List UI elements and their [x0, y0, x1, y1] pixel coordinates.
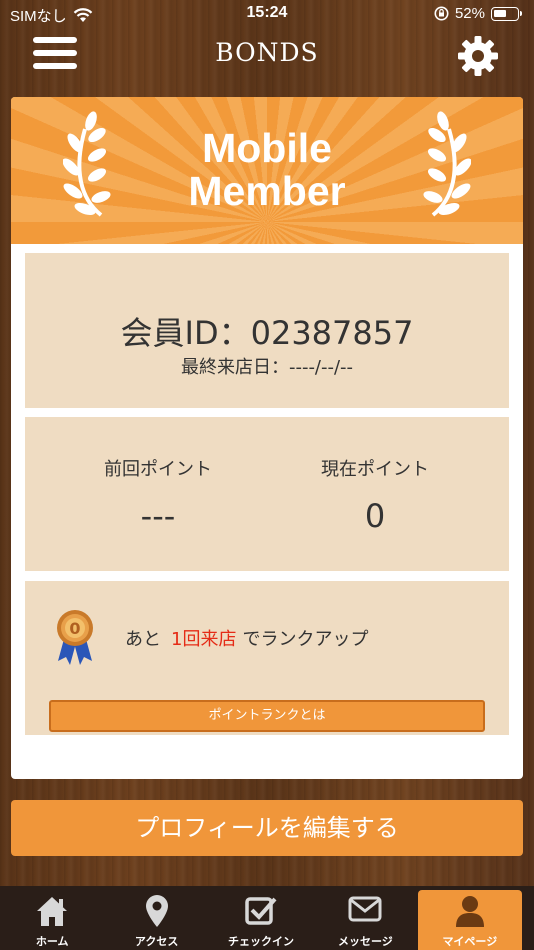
user-icon — [455, 896, 484, 927]
tab-message[interactable]: メッセージ — [313, 886, 417, 950]
checkin-icon — [245, 897, 277, 925]
previous-points-value: --- — [140, 497, 176, 535]
rank-medal-icon: 0 — [57, 610, 93, 665]
medal-number: 0 — [69, 619, 80, 638]
tab-mypage-label: マイページ — [442, 935, 498, 948]
rank-up-message: あと 1回来店 でランクアップ — [125, 625, 368, 651]
last-visit-date: 最終来店日：----/--/-- — [180, 357, 354, 378]
current-points: 現在ポイント 0 — [275, 455, 475, 535]
gear-icon[interactable] — [456, 34, 500, 78]
current-points-label: 現在ポイント — [321, 459, 429, 480]
tab-home-label: ホーム — [35, 935, 69, 948]
home-icon — [37, 897, 68, 926]
tab-access-label: アクセス — [134, 935, 179, 948]
status-bar: SIMなし 15:24 52% — [0, 0, 534, 28]
orientation-lock-icon — [434, 6, 449, 21]
points-panel: 前回ポイント --- 現在ポイント 0 — [25, 417, 509, 571]
app-header: BONDS — [0, 28, 534, 84]
map-pin-icon — [145, 895, 168, 927]
tab-access[interactable]: アクセス — [104, 886, 208, 950]
previous-points: 前回ポイント --- — [58, 455, 258, 535]
tab-checkin-label: チェックイン — [228, 935, 295, 948]
rank-prefix: あと — [125, 629, 161, 650]
rank-suffix: でランクアップ — [242, 629, 369, 650]
current-points-value: 0 — [364, 497, 386, 535]
tab-mypage[interactable]: マイページ — [417, 890, 523, 950]
rank-visits-needed: 1回来店 — [171, 629, 237, 650]
previous-points-label: 前回ポイント — [104, 459, 212, 480]
battery-tip — [520, 11, 522, 16]
mail-icon — [348, 896, 382, 922]
tab-message-label: メッセージ — [338, 935, 393, 948]
status-right: 52% — [434, 5, 522, 22]
point-rank-info-button[interactable]: ポイントランクとは — [49, 700, 485, 732]
bottom-tab-bar: ホーム アクセス チェックイン メッセージ マイページ — [0, 886, 534, 950]
app-logo: BONDS — [215, 38, 319, 67]
member-id-panel: 会員ID：02387857 最終来店日：----/--/-- — [25, 253, 509, 408]
member-id: 会員ID：02387857 — [120, 314, 414, 352]
battery-percent: 52% — [454, 5, 485, 22]
laurel-right-icon — [423, 111, 471, 217]
edit-profile-button[interactable]: プロフィールを編集する — [11, 800, 523, 856]
tab-checkin[interactable]: チェックイン — [209, 886, 313, 950]
rank-panel: 0 あと 1回来店 でランクアップ ポイントランクとは — [25, 581, 509, 735]
battery-icon — [491, 6, 519, 21]
tab-home[interactable]: ホーム — [0, 886, 104, 950]
member-card: Mobile Member 会員ID：02387857 最終来店日：----/-… — [11, 97, 523, 779]
mobile-member-banner: Mobile Member — [11, 97, 523, 244]
